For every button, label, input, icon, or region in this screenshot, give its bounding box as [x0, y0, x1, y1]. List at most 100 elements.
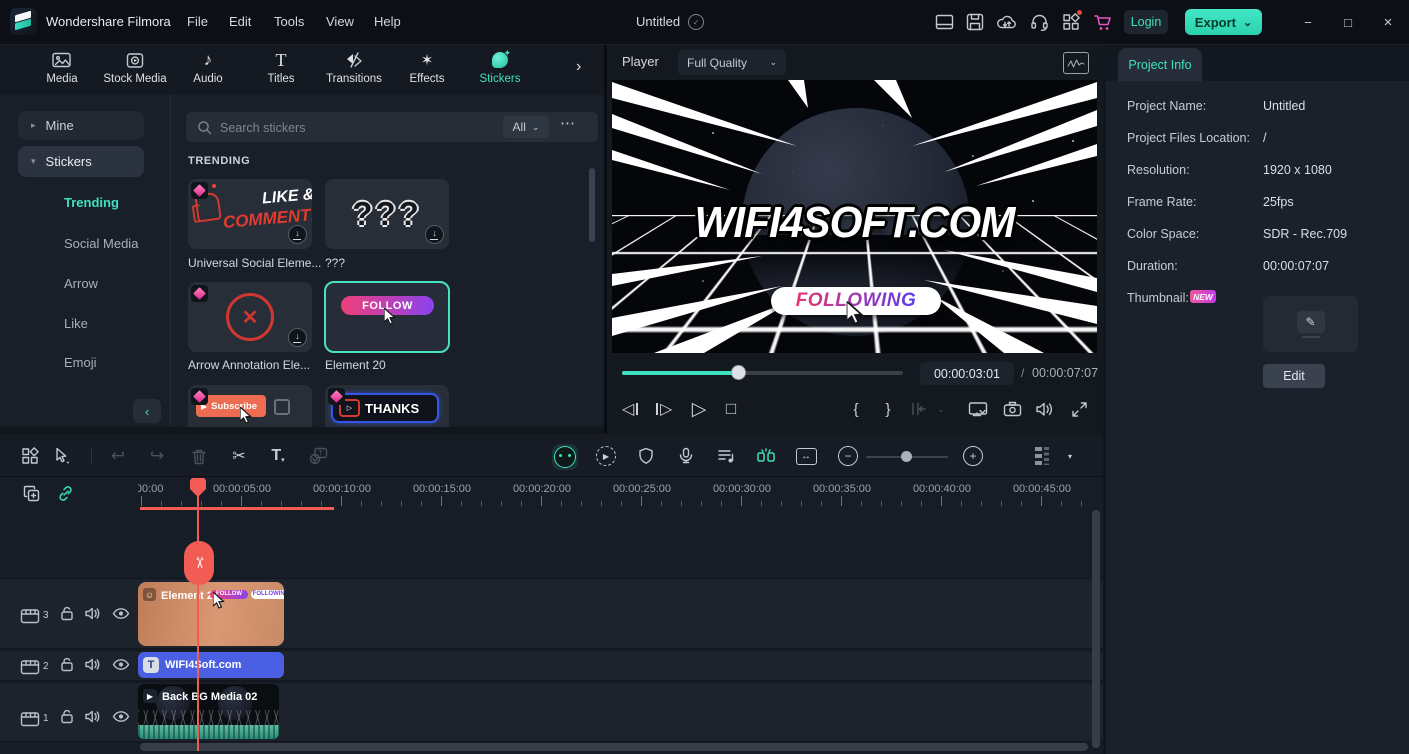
- window-minimize-button[interactable]: −: [1297, 12, 1319, 32]
- menu-help[interactable]: Help: [374, 14, 401, 29]
- timeline-layout-icon[interactable]: [18, 446, 42, 466]
- next-frame-button[interactable]: ▷: [656, 397, 672, 421]
- clip-back-bg-media[interactable]: ▶ Back BG Media 02: [138, 684, 279, 739]
- timeline-ruler[interactable]: 00:00:00 00:00:05:00 00:00:10:00 00:00:1…: [138, 478, 1093, 508]
- menu-edit[interactable]: Edit: [229, 14, 251, 29]
- link-icon[interactable]: [54, 483, 76, 503]
- sidebar-item-like[interactable]: Like: [64, 316, 88, 331]
- track-height-icon[interactable]: [1030, 446, 1054, 466]
- text-tool-icon[interactable]: T ▾: [266, 446, 290, 466]
- render-preview-icon[interactable]: [1063, 52, 1089, 74]
- track-mute-icon[interactable]: [84, 657, 102, 677]
- fullscreen-icon[interactable]: [1068, 397, 1090, 421]
- thumbnail-edit-box[interactable]: ✎: [1263, 296, 1358, 352]
- clip-element20[interactable]: ☺ Element 20 FOLLOW FOLLOWING: [138, 582, 284, 646]
- timeline-hscrollbar[interactable]: [140, 743, 1088, 751]
- window-close-button[interactable]: ×: [1377, 12, 1399, 32]
- track-visibility-icon[interactable]: [112, 710, 130, 728]
- playhead-line[interactable]: [197, 478, 199, 751]
- download-icon[interactable]: ↓: [288, 225, 307, 244]
- tab-audio[interactable]: ♪ Audio: [173, 50, 243, 94]
- tab-transitions[interactable]: Transitions: [319, 50, 389, 94]
- menu-tools[interactable]: Tools: [274, 14, 304, 29]
- ai-copilot-icon[interactable]: [552, 444, 578, 470]
- export-button[interactable]: Export ⌄: [1185, 9, 1262, 35]
- filter-all-select[interactable]: All ⌄: [503, 116, 549, 138]
- track-lock-icon[interactable]: [59, 605, 74, 626]
- sidebar-item-arrow[interactable]: Arrow: [64, 276, 98, 291]
- support-headset-icon[interactable]: [1028, 11, 1050, 33]
- window-maximize-button[interactable]: □: [1337, 12, 1359, 32]
- mark-in-button[interactable]: {: [848, 397, 864, 421]
- sticker-thumb-cross[interactable]: ✕ ↓: [188, 282, 312, 352]
- play-button[interactable]: ▷: [688, 397, 710, 421]
- track-mute-icon[interactable]: [84, 606, 102, 626]
- mirror-display-icon[interactable]: [966, 397, 990, 421]
- timeline-vscrollbar[interactable]: [1092, 510, 1100, 748]
- seek-handle[interactable]: [731, 365, 746, 380]
- track-mute-icon[interactable]: [84, 709, 102, 729]
- login-button[interactable]: Login: [1124, 10, 1168, 34]
- motion-tracking-icon[interactable]: ▶: [594, 446, 618, 466]
- audio-stretch-icon[interactable]: [714, 446, 738, 466]
- tab-titles[interactable]: T Titles: [246, 50, 316, 94]
- apps-grid-icon[interactable]: [1060, 11, 1082, 33]
- previous-frame-button[interactable]: ◁: [622, 397, 638, 421]
- shopping-cart-icon[interactable]: [1092, 11, 1114, 33]
- more-options-icon[interactable]: ⋯: [560, 114, 576, 132]
- track-lock-icon[interactable]: [59, 708, 74, 729]
- edit-button[interactable]: Edit: [1263, 364, 1325, 388]
- current-timecode[interactable]: 00:00:03:01: [920, 362, 1014, 385]
- trim-chevron-icon[interactable]: ⌄: [934, 397, 948, 421]
- sticker-panel-scrollbar[interactable]: [589, 168, 595, 242]
- sidebar-item-emoji[interactable]: Emoji: [64, 355, 97, 370]
- sticker-thumb-like-comment[interactable]: LIKE & COMMENT! ↓: [188, 179, 312, 249]
- clip-wifi4soft-text[interactable]: T WIFI4Soft.com: [138, 652, 284, 678]
- split-scissors-icon[interactable]: ✂: [227, 446, 251, 466]
- download-icon[interactable]: ↓: [288, 328, 307, 347]
- tab-stock-media[interactable]: Stock Media: [100, 50, 170, 94]
- save-icon[interactable]: [964, 11, 986, 33]
- menu-file[interactable]: File: [187, 14, 208, 29]
- search-input[interactable]: [218, 116, 472, 140]
- tab-project-info[interactable]: Project Info: [1118, 48, 1202, 81]
- tab-effects[interactable]: ✶ Effects: [392, 50, 462, 94]
- menu-view[interactable]: View: [326, 14, 354, 29]
- sidebar-item-social-media[interactable]: Social Media: [64, 236, 138, 251]
- sticker-thumb-element20-selected[interactable]: FOLLOW: [324, 281, 450, 353]
- duplicate-icon[interactable]: [20, 483, 42, 503]
- undo-icon[interactable]: ↩: [106, 446, 130, 466]
- smart-cut-icon[interactable]: [754, 446, 778, 466]
- select-tool-icon[interactable]: [50, 446, 74, 466]
- zoom-out-icon[interactable]: −: [836, 446, 860, 466]
- redo-icon[interactable]: ↪: [145, 446, 169, 466]
- tab-strip-expand-icon[interactable]: ›: [576, 58, 581, 76]
- quality-dropdown[interactable]: Full Quality ⌄: [678, 50, 786, 75]
- track-visibility-icon[interactable]: [112, 658, 130, 676]
- speech-to-text-icon[interactable]: T: [306, 446, 330, 466]
- download-icon[interactable]: ↓: [425, 225, 444, 244]
- volume-icon[interactable]: [1033, 397, 1057, 421]
- sidebar-item-trending[interactable]: Trending: [64, 195, 119, 210]
- cloud-sync-icon[interactable]: [996, 11, 1018, 33]
- auto-ripple-icon[interactable]: ↔: [794, 446, 818, 466]
- trim-icon[interactable]: [908, 397, 930, 421]
- video-preview[interactable]: WIFI4SOFT.COM FOLLOWING: [612, 80, 1097, 353]
- sidebar-group-mine[interactable]: ▸ Mine: [18, 111, 144, 140]
- mark-out-button[interactable]: }: [880, 397, 896, 421]
- delete-icon[interactable]: [187, 446, 211, 466]
- track-lock-icon[interactable]: [59, 656, 74, 677]
- track-height-caret-icon[interactable]: ▾: [1058, 446, 1082, 466]
- record-voiceover-icon[interactable]: [674, 446, 698, 466]
- stop-button[interactable]: □: [720, 397, 742, 421]
- zoom-slider-handle[interactable]: [901, 451, 912, 462]
- snapshot-camera-icon[interactable]: [1000, 397, 1024, 421]
- tab-stickers[interactable]: ✦ Stickers: [465, 50, 535, 94]
- sticker-thumb-questions[interactable]: ??? ↓: [325, 179, 449, 249]
- workspace-layout-icon[interactable]: [933, 11, 955, 33]
- sidebar-group-stickers[interactable]: ▾ Stickers: [18, 146, 144, 177]
- zoom-in-icon[interactable]: +: [961, 446, 985, 466]
- tab-media[interactable]: Media: [27, 50, 97, 94]
- sidebar-collapse-button[interactable]: ‹: [133, 399, 161, 423]
- track-visibility-icon[interactable]: [112, 607, 130, 625]
